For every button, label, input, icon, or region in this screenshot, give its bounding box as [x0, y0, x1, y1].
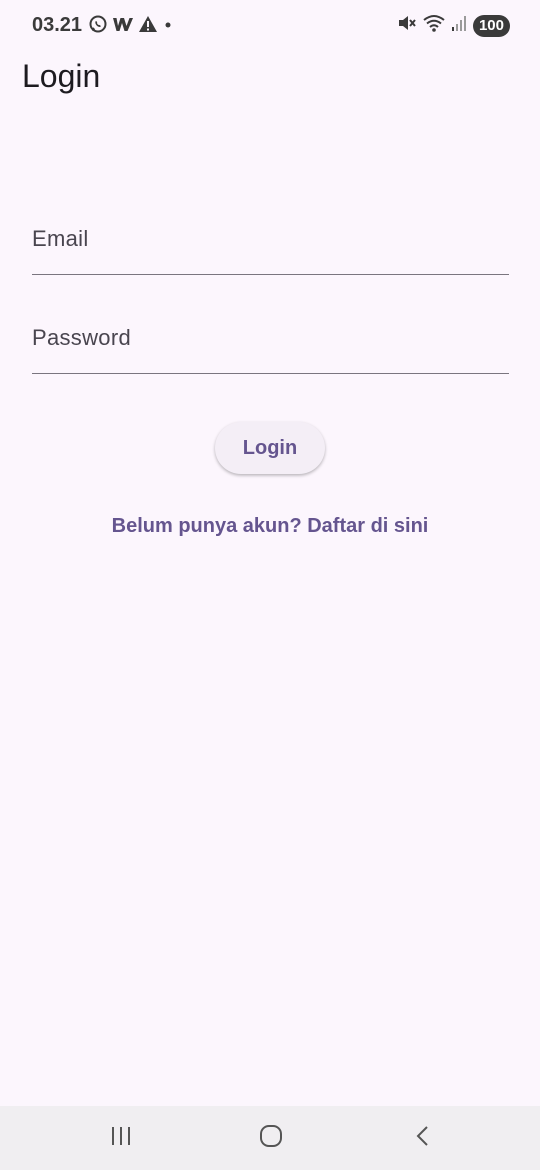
mute-icon: [397, 13, 417, 38]
warning-icon: [138, 14, 158, 34]
recents-icon: [109, 1125, 133, 1152]
battery-indicator: 100: [472, 14, 510, 37]
wifi-icon: [423, 13, 445, 38]
signal-icon: [451, 13, 467, 38]
status-bar: 03.21 100: [0, 0, 540, 52]
login-button[interactable]: Login: [215, 422, 325, 474]
recents-button[interactable]: [101, 1120, 141, 1156]
email-field-container: [32, 215, 509, 275]
page-title: Login: [22, 58, 101, 94]
status-system-icons: 100: [397, 13, 510, 38]
password-field-container: [32, 314, 509, 374]
dot-icon: [162, 14, 174, 34]
w-app-icon: [112, 14, 134, 34]
navigation-bar: [0, 1106, 540, 1170]
home-button[interactable]: [251, 1120, 291, 1156]
password-field[interactable]: [32, 314, 509, 373]
email-field[interactable]: [32, 215, 509, 274]
home-icon: [259, 1124, 283, 1153]
status-notification-icons: [88, 14, 174, 34]
register-link[interactable]: Belum punya akun? Daftar di sini: [0, 515, 540, 538]
status-time: 03.21: [32, 14, 83, 36]
back-icon: [413, 1124, 433, 1153]
whatsapp-icon: [88, 14, 108, 34]
back-button[interactable]: [403, 1120, 443, 1156]
